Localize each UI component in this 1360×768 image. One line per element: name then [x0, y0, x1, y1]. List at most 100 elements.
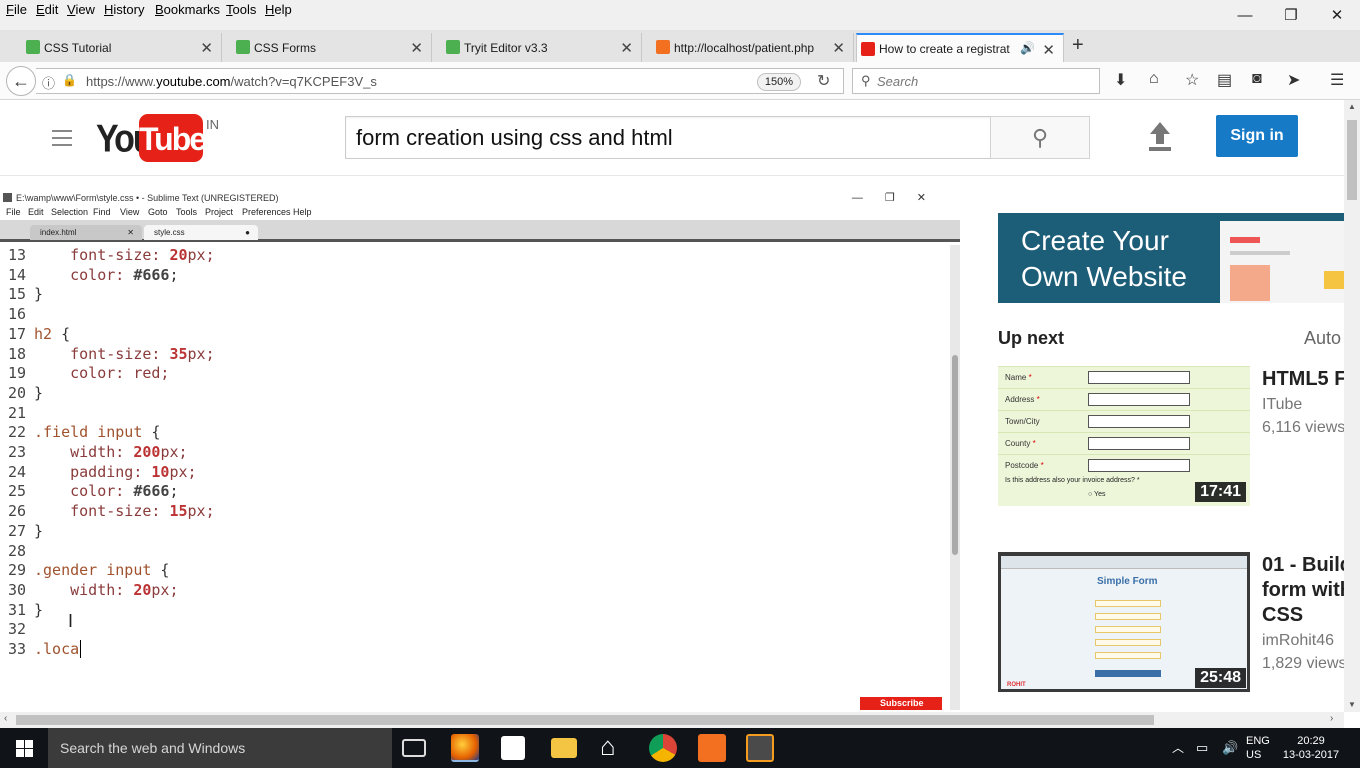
menu-file[interactable]: File — [6, 2, 27, 17]
line-number: 15 — [7, 285, 26, 304]
sublime-menu-item: File — [6, 207, 21, 217]
code-line: 17 h2 { — [0, 324, 70, 344]
back-button[interactable]: ← — [6, 66, 36, 96]
close-window-button[interactable]: ✕ — [1314, 0, 1360, 30]
tab-tryit-editor[interactable]: Tryit Editor v3.3 ✕ — [442, 33, 642, 62]
menu-edit[interactable]: Edit — [36, 2, 58, 17]
video-title[interactable]: 01 - Build form with CSS — [1262, 553, 1344, 628]
home-icon[interactable]: ⌂ — [600, 732, 628, 760]
bookmark-star-icon[interactable]: ☆ — [1185, 70, 1199, 90]
reload-icon[interactable]: ↻ — [817, 71, 830, 91]
scroll-down-icon[interactable]: ▼ — [1348, 700, 1356, 709]
code-token: 10 — [151, 462, 170, 481]
show-hidden-icons-icon[interactable]: ︿ — [1172, 739, 1184, 756]
close-tab-icon[interactable]: ✕ — [200, 39, 213, 57]
volume-icon[interactable]: 🔊 — [1222, 740, 1238, 756]
home-icon[interactable]: ⌂ — [1149, 70, 1159, 88]
video-thumbnail[interactable]: Simple Form ROHIT 25:48 — [998, 552, 1250, 692]
taskbar-search-box[interactable]: Search the web and Windows — [48, 728, 392, 768]
upload-icon[interactable] — [1148, 120, 1172, 152]
windows-start-icon[interactable] — [0, 728, 48, 768]
line-number: 23 — [7, 443, 26, 461]
file-explorer-icon[interactable] — [551, 738, 577, 758]
download-icon[interactable]: ⬇ — [1114, 70, 1127, 90]
scroll-left-icon[interactable]: ‹ — [4, 713, 7, 724]
code-token: { — [142, 423, 161, 442]
tab-css-forms[interactable]: CSS Forms ✕ — [232, 33, 432, 62]
minimize-button[interactable]: — — [1222, 0, 1268, 30]
menu-view[interactable]: View — [67, 2, 95, 17]
line-number: 21 — [7, 403, 26, 422]
pocket-icon[interactable]: ◙ — [1252, 70, 1262, 88]
close-tab-icon[interactable]: ✕ — [1042, 41, 1055, 59]
xampp-icon[interactable] — [698, 734, 726, 762]
thumb-form-row: Name * — [998, 366, 1250, 388]
sublime-menu-item: Goto — [148, 207, 168, 217]
navigation-bar: ← ⓘ 🔒 https://www.youtube.com/watch?v=q7… — [0, 62, 1360, 100]
speaker-icon[interactable]: 🔊 — [1020, 41, 1035, 55]
lock-icon[interactable]: 🔒 — [62, 73, 77, 87]
url-bar[interactable]: ⓘ 🔒 https://www.youtube.com/watch?v=q7KC… — [36, 68, 844, 94]
vertical-scrollbar[interactable]: ▲ ▼ — [1344, 100, 1360, 712]
thumb-form-row: Town/City — [998, 410, 1250, 432]
new-tab-button[interactable]: + — [1072, 34, 1084, 57]
video-title[interactable]: HTML5 F — [1262, 367, 1344, 392]
youtube-logo-badge[interactable]: Tube — [139, 114, 207, 162]
info-icon[interactable]: ⓘ — [42, 73, 55, 92]
zoom-level-badge[interactable]: 150% — [757, 73, 801, 91]
horizontal-scrollbar[interactable]: ‹ › — [0, 712, 1344, 728]
video-thumbnail[interactable]: Name * Address * Town/City County * Post… — [998, 366, 1250, 506]
maximize-button[interactable]: ❐ — [1268, 0, 1314, 30]
sign-in-button[interactable]: Sign in — [1216, 115, 1298, 157]
youtube-search-input[interactable]: form creation using css and html — [345, 116, 991, 159]
code-token: color: — [34, 482, 134, 501]
line-number: 13 — [7, 246, 26, 264]
code-line: 32 — [0, 619, 34, 639]
line-number: 25 — [7, 482, 26, 501]
guide-menu-icon[interactable] — [52, 130, 72, 151]
tab-title: How to create a registrat — [879, 41, 1010, 56]
scroll-right-icon[interactable]: › — [1330, 713, 1333, 724]
network-icon[interactable]: ▭ — [1196, 740, 1208, 756]
sublime-text-icon[interactable] — [746, 734, 774, 762]
taskbar-clock[interactable]: 20:29 13-03-2017 — [1278, 734, 1344, 762]
close-tab-icon[interactable]: ✕ — [832, 39, 845, 57]
tab-youtube-active[interactable]: How to create a registrat 🔊 ✕ — [856, 33, 1064, 62]
xampp-icon — [656, 40, 670, 54]
bookmarks-menu-icon[interactable]: ▤ — [1217, 70, 1232, 90]
code-line: 14 color: #666; — [0, 265, 179, 285]
task-view-icon[interactable] — [402, 739, 426, 757]
code-token: 15 — [169, 502, 188, 521]
close-tab-icon[interactable]: ✕ — [410, 39, 423, 57]
menu-bookmarks[interactable]: Bookmarks — [155, 2, 220, 17]
url-text[interactable]: https://www.youtube.com/watch?v=q7KCPEF3… — [86, 74, 377, 89]
subscribe-watermark[interactable]: Subscribe — [860, 697, 942, 710]
line-number: 17 — [7, 324, 26, 343]
hamburger-menu-icon[interactable]: ☰ — [1330, 70, 1344, 90]
close-tab-icon[interactable]: ✕ — [620, 39, 633, 57]
input-language[interactable]: ENG US — [1246, 734, 1270, 762]
tab-css-tutorial[interactable]: CSS Tutorial ✕ — [22, 33, 222, 62]
firefox-icon[interactable] — [451, 734, 479, 762]
code-token: h2 — [34, 324, 53, 343]
youtube-search-button[interactable]: ⚲ — [990, 116, 1090, 159]
tab-localhost-patient[interactable]: http://localhost/patient.php ✕ — [652, 33, 854, 62]
sublime-app-icon — [3, 193, 12, 202]
scrollbar-thumb[interactable] — [1347, 120, 1357, 200]
send-icon[interactable]: ➤ — [1287, 70, 1300, 90]
video-player[interactable]: E:\wamp\www\Form\style.css • - Sublime T… — [0, 190, 960, 710]
ad-banner[interactable]: Create Your Own Website — [998, 213, 1344, 303]
line-number: 29 — [7, 561, 26, 580]
code-token: px; — [187, 344, 215, 363]
store-icon[interactable] — [501, 736, 525, 760]
code-token: width: — [34, 443, 134, 461]
menu-help[interactable]: Help — [265, 2, 292, 17]
code-line: 13 font-size: 20px; — [0, 245, 215, 265]
menu-tools[interactable]: Tools — [226, 2, 256, 17]
chrome-icon[interactable] — [649, 734, 677, 762]
scrollbar-thumb[interactable] — [16, 715, 1154, 725]
scroll-up-icon[interactable]: ▲ — [1348, 102, 1356, 111]
menu-history[interactable]: History — [104, 2, 144, 17]
search-bar[interactable]: ⚲ Search — [852, 68, 1100, 94]
autoplay-label[interactable]: Auto — [1304, 328, 1341, 349]
